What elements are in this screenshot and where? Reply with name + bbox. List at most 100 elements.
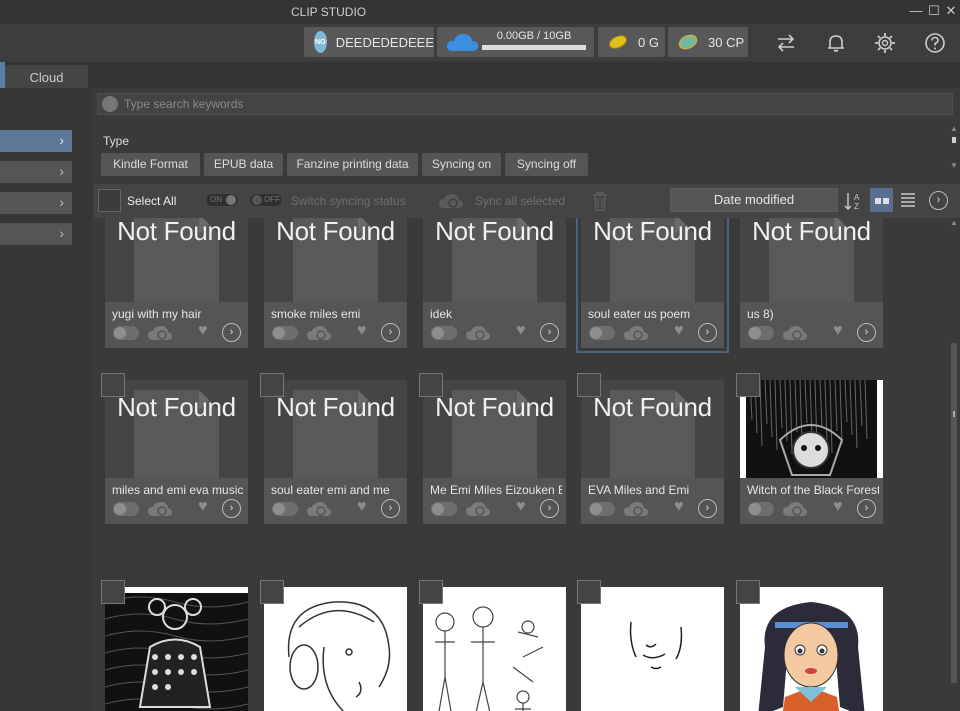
gold-button[interactable]: 0 G	[598, 27, 665, 57]
cloud-sync-icon[interactable]	[147, 324, 173, 342]
open-details-icon[interactable]: ›	[857, 323, 876, 342]
artwork-thumbnail[interactable]: Not Found	[581, 218, 724, 302]
card-checkbox[interactable]	[577, 580, 601, 604]
artwork-thumbnail[interactable]: Not Found	[105, 380, 248, 478]
card-checkbox[interactable]	[736, 373, 760, 397]
cloud-sync-icon[interactable]	[623, 324, 649, 342]
card-checkbox[interactable]	[101, 580, 125, 604]
search-input[interactable]: Type search keywords	[97, 93, 953, 115]
artwork-card[interactable]: Not Found soul eater us poem ♥ ›	[576, 218, 729, 353]
sync-toggle[interactable]	[431, 502, 457, 516]
cloud-sync-icon[interactable]	[782, 500, 808, 518]
open-details-icon[interactable]: ›	[222, 323, 241, 342]
grid-view-icon[interactable]	[870, 188, 893, 212]
heart-icon[interactable]: ♥	[516, 498, 526, 516]
chip-syncing-off[interactable]: Syncing off	[505, 153, 588, 176]
sync-toggle[interactable]	[272, 502, 298, 516]
heart-icon[interactable]: ♥	[357, 498, 367, 516]
sidebar-item-1[interactable]: ›	[0, 130, 72, 152]
cp-button[interactable]: 30 CP	[668, 27, 748, 57]
card-checkbox[interactable]	[260, 580, 284, 604]
scroll-up-icon[interactable]: ▲	[948, 218, 960, 227]
trash-icon[interactable]	[592, 191, 608, 211]
artwork-card[interactable]	[577, 580, 724, 711]
heart-icon[interactable]: ♥	[198, 322, 208, 340]
cloud-sync-icon[interactable]	[465, 324, 491, 342]
chip-epub[interactable]: EPUB data	[204, 153, 283, 176]
artwork-card[interactable]: Not Found yugi with my hair ♥ ›	[105, 218, 248, 348]
artwork-card[interactable]	[101, 580, 248, 711]
open-details-icon[interactable]: ›	[222, 499, 241, 518]
sync-toggle[interactable]	[589, 326, 615, 340]
card-checkbox[interactable]	[736, 580, 760, 604]
open-details-icon[interactable]: ›	[381, 323, 400, 342]
artwork-thumbnail[interactable]: Not Found	[264, 380, 407, 478]
sort-dropdown[interactable]: Date modified	[670, 188, 838, 212]
help-icon[interactable]	[922, 30, 948, 56]
cloud-sync-icon[interactable]	[147, 500, 173, 518]
artwork-thumbnail[interactable]: Not Found	[581, 380, 724, 478]
cloud-sync-icon[interactable]	[623, 500, 649, 518]
card-checkbox[interactable]	[419, 373, 443, 397]
sync-toggle[interactable]	[589, 502, 615, 516]
sync-toggle[interactable]	[272, 326, 298, 340]
gear-icon[interactable]	[872, 30, 898, 56]
heart-icon[interactable]: ♥	[674, 322, 684, 340]
card-checkbox[interactable]	[101, 373, 125, 397]
artwork-thumbnail[interactable]: Not Found	[423, 218, 566, 302]
heart-icon[interactable]: ♥	[674, 498, 684, 516]
artwork-thumbnail[interactable]: Not Found	[105, 218, 248, 302]
chip-syncing-on[interactable]: Syncing on	[422, 153, 501, 176]
scroll-down-icon[interactable]: ▼	[948, 161, 960, 170]
heart-icon[interactable]: ♥	[357, 322, 367, 340]
cloud-storage-button[interactable]: 0.00GB / 10GB	[437, 27, 594, 57]
artwork-card[interactable]: Not Found miles and emi eva music ♥ ›	[101, 373, 248, 524]
cloud-sync-icon[interactable]	[438, 192, 464, 210]
artwork-thumbnail[interactable]: Not Found	[264, 218, 407, 302]
open-details-icon[interactable]: ›	[381, 499, 400, 518]
artwork-thumbnail[interactable]	[740, 587, 883, 711]
sync-on-toggle[interactable]: ON	[205, 193, 239, 207]
artwork-card[interactable]: Not Found idek ♥ ›	[423, 218, 566, 348]
select-all-label[interactable]: Select All	[127, 194, 176, 208]
scroll-thumb[interactable]	[951, 343, 957, 683]
sidebar-item-3[interactable]: ›	[0, 192, 72, 214]
minimize-button[interactable]: —	[907, 2, 925, 20]
vertical-scrollbar[interactable]: ▲	[948, 218, 960, 711]
sync-toggle[interactable]	[748, 326, 774, 340]
heart-icon[interactable]: ♥	[833, 498, 843, 516]
artwork-thumbnail[interactable]: Not Found	[740, 218, 883, 302]
filter-scrollbar[interactable]: ▲ ▼	[948, 124, 960, 184]
sync-toggle[interactable]	[113, 326, 139, 340]
switch-syncing-label[interactable]: Switch syncing status	[291, 194, 406, 208]
artwork-card[interactable]	[260, 580, 407, 711]
artwork-thumbnail[interactable]	[423, 587, 566, 711]
sidebar-item-2[interactable]: ›	[0, 161, 72, 183]
cloud-sync-icon[interactable]	[306, 500, 332, 518]
heart-icon[interactable]: ♥	[198, 498, 208, 516]
artwork-thumbnail[interactable]: Not Found	[423, 380, 566, 478]
artwork-thumbnail[interactable]	[581, 587, 724, 711]
tab-cloud[interactable]: Cloud	[5, 65, 88, 88]
sync-arrows-icon[interactable]	[773, 30, 799, 56]
sync-off-toggle[interactable]: OFF	[249, 193, 283, 207]
artwork-card[interactable]	[736, 580, 883, 711]
sync-toggle[interactable]	[113, 502, 139, 516]
artwork-card[interactable]: Not Found Me Emi Miles Eizouken Boat♥ ›	[419, 373, 566, 524]
sync-all-label[interactable]: Sync all selected	[475, 194, 565, 208]
open-details-icon[interactable]: ›	[698, 323, 717, 342]
open-details-icon[interactable]: ›	[698, 499, 717, 518]
open-details-icon[interactable]: ›	[857, 499, 876, 518]
bell-icon[interactable]	[823, 30, 849, 56]
user-account-button[interactable]: NO DEEDEDEDEEE	[304, 27, 434, 57]
heart-icon[interactable]: ♥	[516, 322, 526, 340]
sync-toggle[interactable]	[748, 502, 774, 516]
sort-order-icon[interactable]: AZ	[843, 191, 863, 211]
artwork-thumbnail[interactable]	[105, 587, 248, 711]
sidebar-item-4[interactable]: ›	[0, 223, 72, 245]
artwork-card[interactable]: Not Found EVA Miles and Emi ♥ ›	[577, 373, 724, 524]
artwork-card[interactable]: Not Found soul eater emi and me ♥ ›	[260, 373, 407, 524]
open-details-icon[interactable]: ›	[540, 499, 559, 518]
select-all-checkbox[interactable]	[98, 189, 121, 212]
cloud-sync-icon[interactable]	[465, 500, 491, 518]
